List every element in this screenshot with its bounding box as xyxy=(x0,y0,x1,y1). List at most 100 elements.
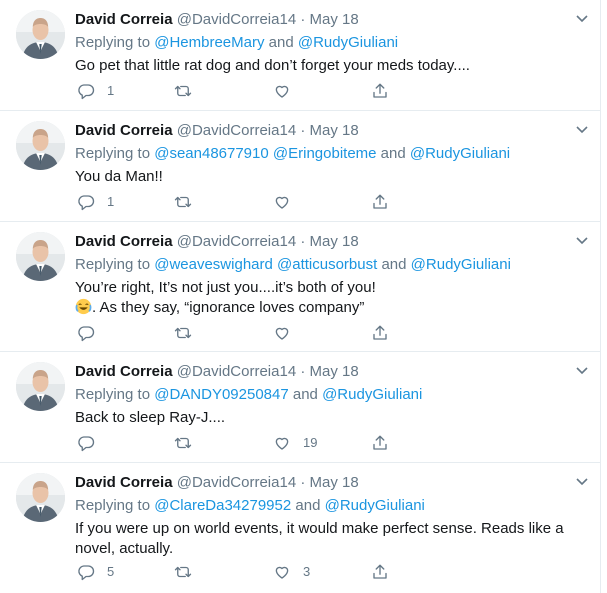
avatar[interactable] xyxy=(16,473,65,522)
replying-to: Replying to @HembreeMary and @RudyGiulia… xyxy=(75,33,580,53)
display-name[interactable]: David Correia xyxy=(75,363,173,380)
share-button[interactable] xyxy=(371,562,389,582)
retweet-button[interactable] xyxy=(174,81,192,101)
avatar[interactable] xyxy=(16,10,65,59)
tweet[interactable]: David Correia @DavidCorreia14 · May 18 R… xyxy=(0,463,600,593)
share-icon xyxy=(373,83,387,98)
replying-label: Replying to xyxy=(75,145,151,162)
chevron-down-icon[interactable] xyxy=(574,362,590,378)
replying-label: Replying to xyxy=(75,34,151,51)
mention-link[interactable]: @atticusorbust xyxy=(277,256,377,273)
user-handle[interactable]: @DavidCorreia14 xyxy=(177,233,296,250)
retweet-button[interactable] xyxy=(174,192,192,212)
retweet-icon xyxy=(174,85,192,97)
retweet-icon xyxy=(174,566,192,578)
tweet-date[interactable]: May 18 xyxy=(310,11,359,28)
mention-link[interactable]: @RudyGiuliani xyxy=(325,497,425,514)
like-icon xyxy=(275,327,289,340)
avatar[interactable] xyxy=(16,232,65,281)
avatar[interactable] xyxy=(16,121,65,170)
mention-link[interactable]: @HembreeMary xyxy=(154,34,264,51)
retweet-icon xyxy=(174,196,192,208)
user-handle[interactable]: @DavidCorreia14 xyxy=(177,363,296,380)
tweet-text-line: If you were up on world events, it would… xyxy=(75,520,564,537)
reply-button[interactable] xyxy=(77,323,107,343)
display-name[interactable]: David Correia xyxy=(75,11,173,28)
display-name[interactable]: David Correia xyxy=(75,474,173,491)
tweet-date[interactable]: May 18 xyxy=(310,363,359,380)
reply-button[interactable] xyxy=(77,433,107,453)
share-button[interactable] xyxy=(371,192,389,212)
reply-button[interactable]: 1 xyxy=(77,81,114,101)
reply-button[interactable]: 1 xyxy=(77,192,114,212)
tweet-text-line: . As they say, “ignorance loves company” xyxy=(75,298,580,318)
tweet-content: David Correia @DavidCorreia14 · May 18 R… xyxy=(75,10,580,76)
mention-link[interactable]: @weaveswighard xyxy=(154,256,273,273)
like-button[interactable] xyxy=(273,192,291,212)
tweet-text-segment: . As they say, “ignorance loves company” xyxy=(92,299,365,316)
chevron-down-icon[interactable] xyxy=(574,473,590,489)
mention-link[interactable]: @Eringobiteme xyxy=(273,145,377,162)
laughing-emoji-icon xyxy=(75,298,92,315)
reply-icon xyxy=(78,436,95,452)
share-button[interactable] xyxy=(371,433,389,453)
like-button[interactable]: 3 xyxy=(273,562,310,582)
reply-count: 5 xyxy=(107,564,115,579)
like-icon xyxy=(275,196,289,209)
separator-dot: · xyxy=(300,363,306,380)
tweet-content: David Correia @DavidCorreia14 · May 18 R… xyxy=(75,473,580,559)
mention-link[interactable]: @ClareDa34279952 xyxy=(154,497,291,514)
reply-icon xyxy=(78,565,95,581)
share-icon xyxy=(373,564,387,579)
mention-link[interactable]: @RudyGiuliani xyxy=(410,145,510,162)
retweet-button[interactable] xyxy=(174,562,192,582)
tweet-date[interactable]: May 18 xyxy=(310,122,359,139)
and-connector: and xyxy=(268,34,294,51)
tweet-content: David Correia @DavidCorreia14 · May 18 R… xyxy=(75,121,580,187)
like-button[interactable] xyxy=(273,323,291,343)
chevron-down-icon[interactable] xyxy=(574,121,590,137)
tweet[interactable]: David Correia @DavidCorreia14 · May 18 R… xyxy=(0,0,600,111)
reply-icon xyxy=(78,195,95,211)
like-button[interactable] xyxy=(273,81,291,101)
user-handle[interactable]: @DavidCorreia14 xyxy=(177,474,296,491)
like-icon xyxy=(275,566,289,579)
tweet-text: Back to sleep Ray-J.... xyxy=(75,409,226,426)
chevron-down-icon[interactable] xyxy=(574,10,590,26)
tweet-text-line: novel, actually. xyxy=(75,540,174,557)
and-connector: and xyxy=(295,497,321,514)
display-name[interactable]: David Correia xyxy=(75,122,173,139)
share-button[interactable] xyxy=(371,323,389,343)
mention-link[interactable]: @RudyGiuliani xyxy=(298,34,398,51)
tweet-text: You da Man!! xyxy=(75,168,163,185)
tweet-header: David Correia @DavidCorreia14 · May 18 xyxy=(75,362,580,382)
tweet[interactable]: David Correia @DavidCorreia14 · May 18 R… xyxy=(0,352,600,463)
mention-link[interactable]: @sean48677910 xyxy=(154,145,269,162)
user-handle[interactable]: @DavidCorreia14 xyxy=(177,122,296,139)
replying-to: Replying to @sean48677910 @Eringobiteme … xyxy=(75,144,580,164)
mention-link[interactable]: @DANDY09250847 xyxy=(154,386,288,403)
replying-label: Replying to xyxy=(75,386,151,403)
mention-link[interactable]: @RudyGiuliani xyxy=(411,256,511,273)
tweet[interactable]: David Correia @DavidCorreia14 · May 18 R… xyxy=(0,111,600,222)
tweet-date[interactable]: May 18 xyxy=(310,233,359,250)
tweet-header: David Correia @DavidCorreia14 · May 18 xyxy=(75,121,580,141)
retweet-button[interactable] xyxy=(174,433,192,453)
tweet[interactable]: David Correia @DavidCorreia14 · May 18 R… xyxy=(0,222,600,352)
chevron-down-icon[interactable] xyxy=(574,232,590,248)
like-button[interactable]: 19 xyxy=(273,433,317,453)
tweet-header: David Correia @DavidCorreia14 · May 18 xyxy=(75,10,580,30)
replying-to: Replying to @DANDY09250847 and @RudyGiul… xyxy=(75,385,580,405)
user-handle[interactable]: @DavidCorreia14 xyxy=(177,11,296,28)
tweet-content: David Correia @DavidCorreia14 · May 18 R… xyxy=(75,362,580,428)
and-connector: and xyxy=(381,256,407,273)
separator-dot: · xyxy=(300,233,306,250)
share-button[interactable] xyxy=(371,81,389,101)
retweet-button[interactable] xyxy=(174,323,192,343)
mention-link[interactable]: @RudyGiuliani xyxy=(322,386,422,403)
tweet-date[interactable]: May 18 xyxy=(310,474,359,491)
share-icon xyxy=(373,325,387,340)
avatar[interactable] xyxy=(16,362,65,411)
display-name[interactable]: David Correia xyxy=(75,233,173,250)
reply-button[interactable]: 5 xyxy=(77,562,114,582)
